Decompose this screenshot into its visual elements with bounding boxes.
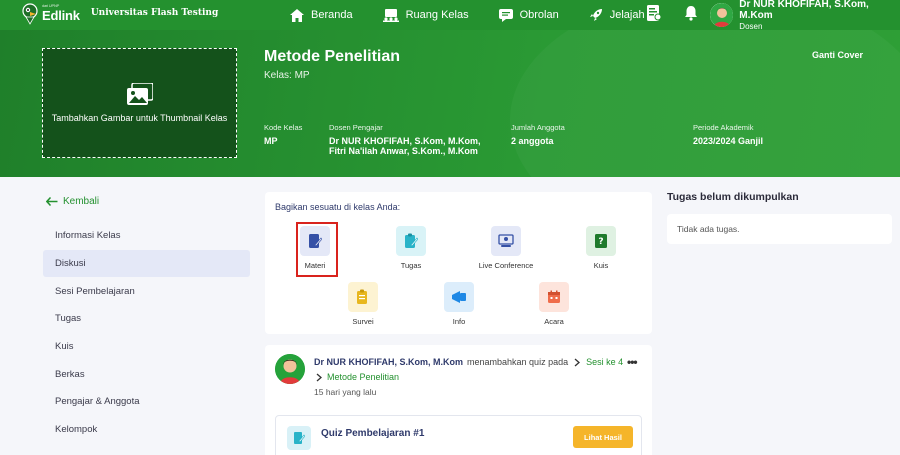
arrow-left-icon: [46, 197, 58, 206]
tugas-icon: [396, 226, 426, 256]
rocket-icon: [589, 9, 602, 21]
brand[interactable]: dari UPNP Edlink Universitas Flash Testi…: [22, 2, 219, 25]
session-link[interactable]: Sesi ke 4: [586, 357, 623, 367]
quiz-attachment[interactable]: Quiz Pembelajaran #1 Lihat Hasil: [275, 415, 642, 455]
chat-icon: [498, 8, 513, 22]
home-icon: [290, 8, 304, 22]
svg-text:?: ?: [598, 237, 603, 247]
user-menu[interactable]: Dr NUR KHOFIFAH, S.Kom, M.Kom Dosen: [710, 0, 900, 31]
sidebar-item-berkas[interactable]: Berkas: [43, 360, 250, 388]
post-survei-button[interactable]: Survei: [323, 282, 403, 326]
selection-highlight: [296, 222, 338, 277]
back-link[interactable]: Kembali: [46, 196, 99, 207]
user-name: Dr NUR KHOFIFAH, S.Kom, M.Kom: [739, 0, 869, 21]
share-title: Bagikan sesuatu di kelas Anda:: [275, 202, 401, 212]
thumbnail-text: Tambahkan Gambar untuk Thumbnail Kelas: [51, 113, 228, 123]
pending-tasks-card: Tidak ada tugas.: [667, 214, 892, 244]
thumbnail-upload[interactable]: Tambahkan Gambar untuk Thumbnail Kelas: [42, 48, 237, 158]
page-title: Metode Penelitian: [264, 48, 401, 65]
post-info-button[interactable]: Info: [419, 282, 499, 326]
post-timestamp: 15 hari yang lalu: [314, 387, 377, 397]
sidebar-item-kelompok[interactable]: Kelompok: [43, 416, 250, 444]
sidebar-item-kuis[interactable]: Kuis: [43, 333, 250, 361]
meta-kode-kelas: Kode Kelas MP: [264, 123, 303, 146]
author-name[interactable]: Dr NUR KHOFIFAH, S.Kom, M.Kom: [314, 357, 463, 367]
post-tugas-button[interactable]: Tugas: [371, 226, 451, 270]
quiz-icon: [287, 426, 311, 450]
view-results-button[interactable]: Lihat Hasil: [573, 426, 633, 448]
info-icon: [444, 282, 474, 312]
quiz-title: Quiz Pembelajaran #1: [321, 428, 425, 439]
sidebar-item-tugas[interactable]: Tugas: [43, 305, 250, 333]
brand-name: dari UPNP Edlink: [42, 2, 80, 23]
live-conference-icon: [491, 226, 521, 256]
nav-beranda[interactable]: Beranda: [290, 8, 353, 22]
top-navbar: dari UPNP Edlink Universitas Flash Testi…: [0, 0, 900, 31]
meta-jumlah-anggota: Jumlah Anggota 2 anggota: [511, 123, 565, 146]
acara-icon: [539, 282, 569, 312]
sidebar-item-sesi-pembelajaran[interactable]: Sesi Pembelajaran: [43, 277, 250, 305]
nav-ruang-kelas[interactable]: Ruang Kelas: [382, 8, 469, 22]
survei-icon: [348, 282, 378, 312]
meta-periode-akademik: Periode Akademik 2023/2024 Ganjil: [693, 123, 764, 146]
author-avatar: [275, 354, 305, 384]
top-actions: [646, 4, 720, 22]
post-acara-button[interactable]: Acara: [514, 282, 594, 326]
more-options-icon[interactable]: •••: [627, 355, 638, 369]
main-nav: Beranda Ruang Kelas Obrolan Jelajah: [290, 0, 675, 30]
sidebar-item-pengajar-anggota[interactable]: Pengajar & Anggota: [43, 388, 250, 416]
chevron-right-icon: [574, 358, 581, 366]
post-live-conference-button[interactable]: Live Conference: [466, 226, 546, 270]
feed-post: Dr NUR KHOFIFAH, S.Kom, M.Kom menambahka…: [265, 345, 652, 455]
sidebar-item-diskusi[interactable]: Diskusi: [43, 249, 250, 278]
nav-jelajah[interactable]: Jelajah: [589, 8, 645, 22]
meta-dosen-pengajar: Dosen Pengajar Dr NUR KHOFIFAH, S.Kom, M…: [329, 123, 481, 156]
feed-action: menambahkan quiz pada: [467, 357, 569, 367]
chevron-right-icon: [316, 373, 322, 381]
nav-obrolan[interactable]: Obrolan: [498, 8, 559, 22]
university-name: Universitas Flash Testing: [90, 8, 219, 18]
no-tasks-text: Tidak ada tugas.: [677, 224, 740, 234]
report-icon[interactable]: [646, 4, 662, 22]
post-kuis-button[interactable]: ? Kuis: [561, 226, 641, 270]
avatar: [710, 3, 734, 27]
edlink-logo-icon: [22, 3, 38, 25]
classroom-icon: [382, 8, 399, 22]
class-sidebar-menu: Informasi Kelas Diskusi Sesi Pembelajara…: [43, 222, 250, 444]
pending-tasks-title: Tugas belum dikumpulkan: [667, 191, 799, 203]
sidebar-item-informasi-kelas[interactable]: Informasi Kelas: [43, 222, 250, 250]
change-cover-button[interactable]: Ganti Cover: [812, 50, 863, 60]
kuis-icon: ?: [586, 226, 616, 256]
class-code-subtitle: Kelas: MP: [264, 70, 310, 81]
image-icon: [126, 83, 153, 105]
class-banner: Tambahkan Gambar untuk Thumbnail Kelas M…: [0, 30, 900, 177]
course-link[interactable]: Metode Penelitian: [327, 372, 399, 382]
bell-icon[interactable]: [684, 5, 698, 21]
